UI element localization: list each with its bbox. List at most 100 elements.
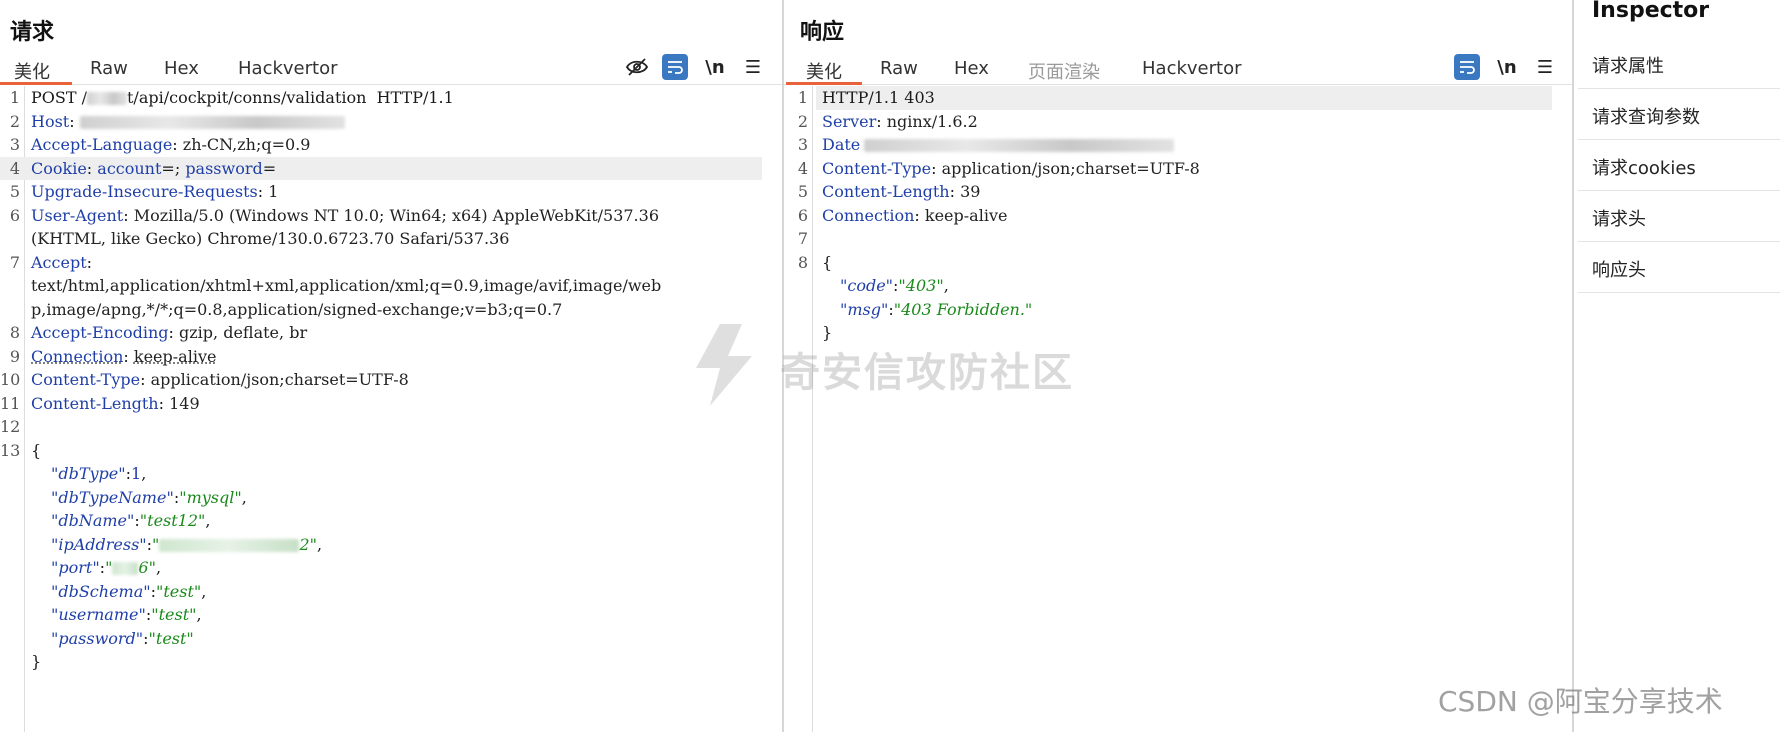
inspector-item-query-params[interactable]: 请求查询参数 bbox=[1578, 89, 1780, 140]
header-key: Content-Type bbox=[822, 158, 932, 178]
tab-render[interactable]: 页面渲染 bbox=[1028, 58, 1100, 84]
inspector-item-request-headers[interactable]: 请求头 bbox=[1578, 191, 1780, 242]
header-key: Content-Type bbox=[31, 370, 141, 389]
code-line: "dbType":1, bbox=[51, 464, 147, 483]
tab-hex[interactable]: Hex bbox=[164, 58, 199, 79]
code-line: } bbox=[0, 650, 782, 674]
menu-icon[interactable]: ☰ bbox=[740, 54, 766, 80]
json-string: "403 Forbidden." bbox=[893, 299, 1033, 319]
request-title: 请求 bbox=[10, 20, 55, 45]
code-line: "password":"test" bbox=[51, 628, 194, 648]
line-number: 2 bbox=[797, 111, 808, 131]
request-line-end: t/api/cockpit/conns/validation HTTP/1.1 bbox=[127, 88, 454, 107]
code-line: 10 Content-Type: application/json;charset… bbox=[0, 368, 782, 392]
cookie-name: account bbox=[97, 158, 162, 178]
header-key: Server bbox=[822, 111, 877, 131]
json-string: "test" bbox=[148, 628, 194, 648]
tab-hex[interactable]: Hex bbox=[954, 58, 989, 79]
json-string: "test" bbox=[156, 581, 202, 601]
header-key: User-Agent bbox=[31, 205, 124, 225]
eye-off-icon[interactable] bbox=[624, 54, 650, 80]
active-tab-indicator bbox=[0, 82, 72, 85]
code-line: 11 Content-Length: 149 bbox=[0, 392, 782, 416]
json-string: "403" bbox=[898, 276, 944, 295]
code-line: "dbTypeName":"mysql", bbox=[51, 487, 247, 507]
json-key: "ipAddress" bbox=[51, 534, 147, 554]
line-number: 10 bbox=[0, 370, 21, 389]
inspector-panel: Inspector 请求属性 请求查询参数 请求cookies 请求头 响应头 bbox=[1574, 0, 1780, 732]
json-string-start: " bbox=[105, 558, 113, 577]
header-key: Date bbox=[822, 135, 861, 154]
tab-hackvertor[interactable]: Hackvertor bbox=[238, 58, 337, 79]
tab-pretty[interactable]: 美化 bbox=[14, 58, 50, 84]
code-line: 9 Connection: keep-alive bbox=[0, 345, 782, 369]
header-key: Host bbox=[31, 111, 70, 131]
json-string-end: 2" bbox=[299, 534, 317, 554]
header-value: application/json;charset=UTF-8 bbox=[150, 370, 409, 389]
json-string: "test12" bbox=[139, 511, 206, 530]
line-number: 9 bbox=[9, 346, 20, 366]
inspector-item-cookies[interactable]: 请求cookies bbox=[1578, 140, 1780, 191]
header-key: Accept-Encoding bbox=[31, 323, 169, 342]
redacted-block bbox=[159, 538, 300, 552]
inspector-item-label: 请求头 bbox=[1592, 209, 1646, 230]
inspector-item-request-attributes[interactable]: 请求属性 bbox=[1578, 38, 1780, 89]
code-line: "dbName":"test12", bbox=[51, 511, 211, 530]
line-number: 1 bbox=[797, 88, 808, 107]
json-brace: { bbox=[822, 252, 833, 272]
wrap-icon[interactable] bbox=[1454, 54, 1480, 80]
redacted-block bbox=[864, 139, 1175, 152]
request-line-start: POST / bbox=[31, 88, 87, 107]
line-number: 3 bbox=[9, 135, 20, 154]
tab-raw[interactable]: Raw bbox=[880, 58, 918, 79]
redacted-block bbox=[79, 115, 345, 129]
response-editor[interactable]: HTTP/1.1 403 1 2 Server: nginx/1.6.2 3 Dat… bbox=[784, 86, 1572, 732]
code-line: "port":" 6", bbox=[51, 558, 162, 577]
line-number: 4 bbox=[797, 158, 808, 178]
inspector-item-response-headers[interactable]: 响应头 bbox=[1578, 242, 1780, 293]
menu-icon[interactable]: ☰ bbox=[1532, 54, 1558, 80]
json-brace: } bbox=[31, 652, 42, 671]
newline-toggle[interactable]: \n bbox=[702, 54, 728, 80]
code-line: 4 Cookie: account=; password= bbox=[0, 156, 762, 180]
json-key: "dbSchema" bbox=[51, 581, 151, 601]
tab-pretty[interactable]: 美化 bbox=[806, 58, 842, 84]
header-value: 39 bbox=[960, 182, 981, 201]
header-value: application/json;charset=UTF-8 bbox=[941, 158, 1200, 178]
header-key: Accept-Language bbox=[31, 135, 173, 154]
header-value: gzip, deflate, br bbox=[179, 323, 308, 342]
header-key: Cookie bbox=[31, 158, 87, 178]
wrap-icon[interactable] bbox=[662, 54, 688, 80]
header-key: Upgrade-Insecure-Requests bbox=[31, 182, 258, 201]
json-string: "mysql" bbox=[179, 487, 242, 507]
line-number: 6 bbox=[797, 205, 808, 225]
active-tab-indicator bbox=[786, 82, 862, 85]
json-key: "msg" bbox=[840, 299, 889, 319]
newline-toggle[interactable]: \n bbox=[1494, 54, 1520, 80]
header-value-continued: text/html,application/xhtml+xml,applicat… bbox=[31, 276, 662, 295]
line-number: 11 bbox=[0, 393, 21, 413]
json-number: 1 bbox=[131, 464, 142, 483]
inspector-title: Inspector bbox=[1592, 0, 1710, 23]
line-number: 3 bbox=[797, 135, 808, 154]
request-editor[interactable]: 1 POST / t/api/cockpit/conns/validation HT… bbox=[0, 86, 782, 732]
line-number: 8 bbox=[797, 252, 808, 272]
code-line: 7 bbox=[784, 227, 1572, 251]
line-number: 4 bbox=[9, 158, 20, 178]
cookie-name: password bbox=[185, 158, 263, 178]
code-line: 6 User-Agent: Mozilla/5.0 (Windows NT 10.… bbox=[0, 204, 782, 228]
tab-hackvertor[interactable]: Hackvertor bbox=[1142, 58, 1241, 79]
json-key: "dbName" bbox=[51, 511, 135, 530]
line-number: 5 bbox=[9, 182, 20, 201]
line-number: 1 bbox=[9, 88, 20, 107]
code-line: (KHTML, like Gecko) Chrome/130.0.6723.70… bbox=[0, 227, 782, 251]
line-number: 13 bbox=[0, 440, 21, 460]
inspector-item-label: 请求cookies bbox=[1592, 158, 1696, 179]
header-key: Connection bbox=[31, 346, 124, 366]
code-line: 6 Connection: keep-alive bbox=[784, 204, 1572, 228]
inspector-item-label: 请求属性 bbox=[1592, 56, 1664, 77]
code-line: 1 bbox=[784, 86, 1572, 110]
tab-raw[interactable]: Raw bbox=[90, 58, 128, 79]
redacted-block bbox=[87, 92, 127, 105]
response-tabs: 美化 Raw Hex 页面渲染 Hackvertor \n ☰ bbox=[784, 50, 1572, 85]
